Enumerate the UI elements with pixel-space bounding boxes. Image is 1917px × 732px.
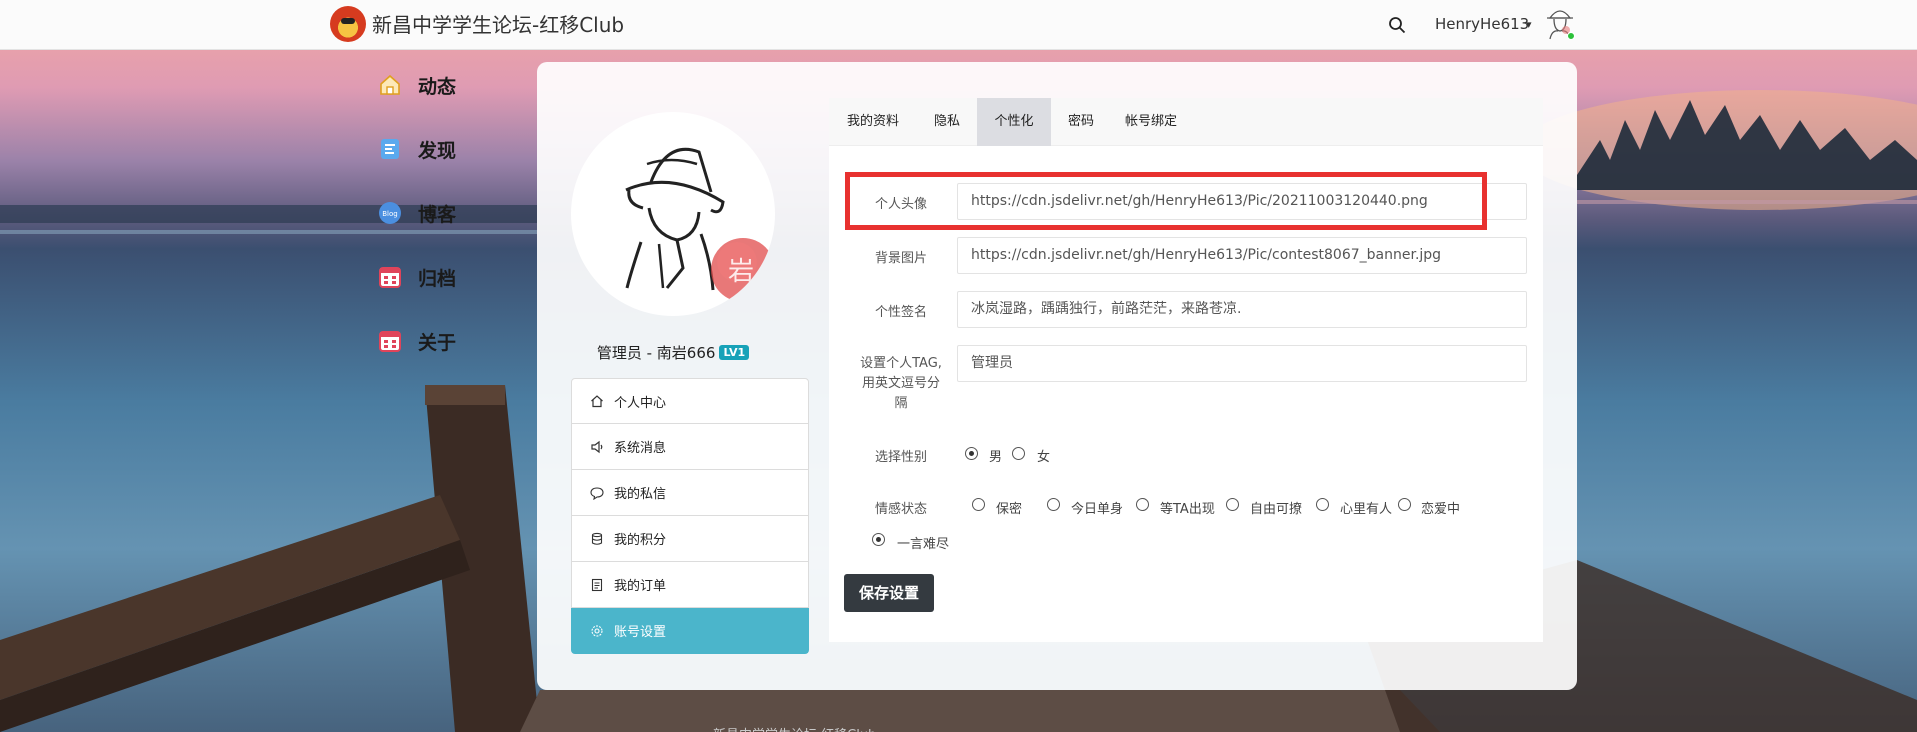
emotion-radio-waiting[interactable] xyxy=(1136,498,1149,511)
side-nav-system-messages[interactable]: 系统消息 xyxy=(571,424,809,470)
blog-icon: Blog xyxy=(379,202,401,224)
profile-avatar: 岩 xyxy=(571,112,775,316)
emotion-option-waiting: 等TA出现 xyxy=(1160,502,1215,517)
profile-username: 管理员 - 南岩666 xyxy=(596,344,716,362)
side-nav-label: 个人中心 xyxy=(614,395,667,411)
left-menu-item-about[interactable]: 关于 xyxy=(378,326,498,356)
chevron-down-icon[interactable]: ▾ xyxy=(1526,18,1532,31)
background-url-label: 背景图片 xyxy=(874,251,927,266)
left-menu-label: 归档 xyxy=(418,267,457,290)
side-nav-label: 我的订单 xyxy=(614,579,667,594)
emotion-radio-free[interactable] xyxy=(1226,498,1239,511)
tag-label-line: 设置个人TAG, xyxy=(860,356,942,371)
home-icon xyxy=(591,395,603,408)
emotion-radio-single[interactable] xyxy=(1047,498,1060,511)
emotion-radio-in-love[interactable] xyxy=(1398,498,1411,511)
left-menu-item-blog[interactable]: Blog 博客 xyxy=(378,198,498,228)
background-url-input[interactable]: https://cdn.jsdelivr.net/gh/HenryHe613/P… xyxy=(957,237,1527,274)
tag-input[interactable]: 管理员 xyxy=(957,345,1527,382)
side-nav-label: 我的私信 xyxy=(614,487,667,502)
left-menu-label: 发现 xyxy=(418,139,457,162)
user-menu-name[interactable]: HenryHe613 xyxy=(1435,15,1529,33)
tab-account-binding[interactable]: 帐号绑定 xyxy=(1111,98,1191,146)
emotion-option-free: 自由可撩 xyxy=(1250,502,1303,517)
highlight-box xyxy=(845,172,1487,230)
emotion-radio-crush[interactable] xyxy=(1316,498,1329,511)
left-menu-item-dynamic[interactable]: 动态 xyxy=(378,70,498,100)
gender-option-female: 女 xyxy=(1037,450,1051,465)
tag-label-line: 用英文逗号分 xyxy=(861,376,940,391)
emotion-radio-hard-to-say[interactable] xyxy=(872,533,885,546)
user-avatar-icon[interactable] xyxy=(1544,4,1576,40)
profile-user-line: 管理员 - 南岩666 LV1 xyxy=(571,342,775,363)
side-nav-label: 系统消息 xyxy=(614,441,667,456)
speaker-icon xyxy=(591,440,603,453)
gender-option-male: 男 xyxy=(989,450,1003,465)
emotion-option-crush: 心里有人 xyxy=(1340,502,1393,517)
avatar-sketch-image: 岩 xyxy=(625,147,775,302)
emotion-label: 情感状态 xyxy=(874,502,927,517)
left-menu-label: 博客 xyxy=(418,203,457,226)
tag-label: 设置个人TAG, 用英文逗号分 隔 xyxy=(851,354,951,414)
signature-label: 个性签名 xyxy=(874,305,927,320)
tag-label-line: 隔 xyxy=(894,396,908,411)
emotion-option-in-love: 恋爱中 xyxy=(1421,502,1461,517)
settings-tabs: 我的资料 隐私 个性化 密码 帐号绑定 xyxy=(829,98,1543,146)
emotion-option-secret: 保密 xyxy=(996,502,1023,517)
side-nav-my-orders[interactable]: 我的订单 xyxy=(571,562,809,608)
left-menu-label: 关于 xyxy=(418,331,457,354)
side-nav-account-settings[interactable]: 账号设置 xyxy=(571,608,809,654)
gear-icon xyxy=(591,624,603,637)
document-icon xyxy=(591,578,603,591)
home-icon xyxy=(380,74,400,95)
gender-radio-female[interactable] xyxy=(1012,447,1025,460)
archive-icon xyxy=(379,267,401,288)
tab-privacy[interactable]: 隐私 xyxy=(917,98,977,146)
about-icon xyxy=(379,331,401,352)
emotion-option-hard-to-say: 一言难尽 xyxy=(897,537,950,552)
gender-radio-male[interactable] xyxy=(965,447,978,460)
footer-text: 新昌中学学生论坛 红移Club xyxy=(713,724,876,732)
tab-my-profile[interactable]: 我的资料 xyxy=(829,98,917,146)
chat-icon xyxy=(590,486,604,500)
signature-input[interactable]: 冰岚湿路，踽踽独行，前路茫茫，来路苍凉. xyxy=(957,291,1527,328)
side-nav-label: 账号设置 xyxy=(614,625,667,640)
left-menu-label: 动态 xyxy=(418,75,457,98)
side-nav-label: 我的积分 xyxy=(614,533,667,548)
side-nav-personal-center[interactable]: 个人中心 xyxy=(571,378,809,424)
top-navbar: 新昌中学学生论坛-红移Club HenryHe613 ▾ xyxy=(0,0,1917,50)
left-menu-item-archive[interactable]: 归档 xyxy=(378,262,498,292)
tab-personalization[interactable]: 个性化 xyxy=(977,98,1051,146)
save-settings-button[interactable]: 保存设置 xyxy=(844,574,934,612)
site-logo[interactable] xyxy=(330,6,366,42)
gender-label: 选择性别 xyxy=(874,450,927,465)
emotion-option-single: 今日单身 xyxy=(1071,502,1124,517)
side-nav-private-messages[interactable]: 我的私信 xyxy=(571,470,809,516)
tab-password[interactable]: 密码 xyxy=(1051,98,1111,146)
site-title[interactable]: 新昌中学学生论坛-红移Club xyxy=(372,9,624,38)
level-badge: LV1 xyxy=(719,345,750,360)
database-icon xyxy=(591,532,603,545)
search-icon[interactable] xyxy=(1388,16,1406,34)
emotion-radio-secret[interactable] xyxy=(972,498,985,511)
side-nav-my-points[interactable]: 我的积分 xyxy=(571,516,809,562)
account-side-nav: 个人中心 系统消息 我的私信 我的积分 我的订单 账号设置 xyxy=(571,378,809,654)
svg-text:Blog: Blog xyxy=(382,210,397,218)
discover-icon xyxy=(381,139,399,159)
left-menu-item-discover[interactable]: 发现 xyxy=(378,134,498,164)
